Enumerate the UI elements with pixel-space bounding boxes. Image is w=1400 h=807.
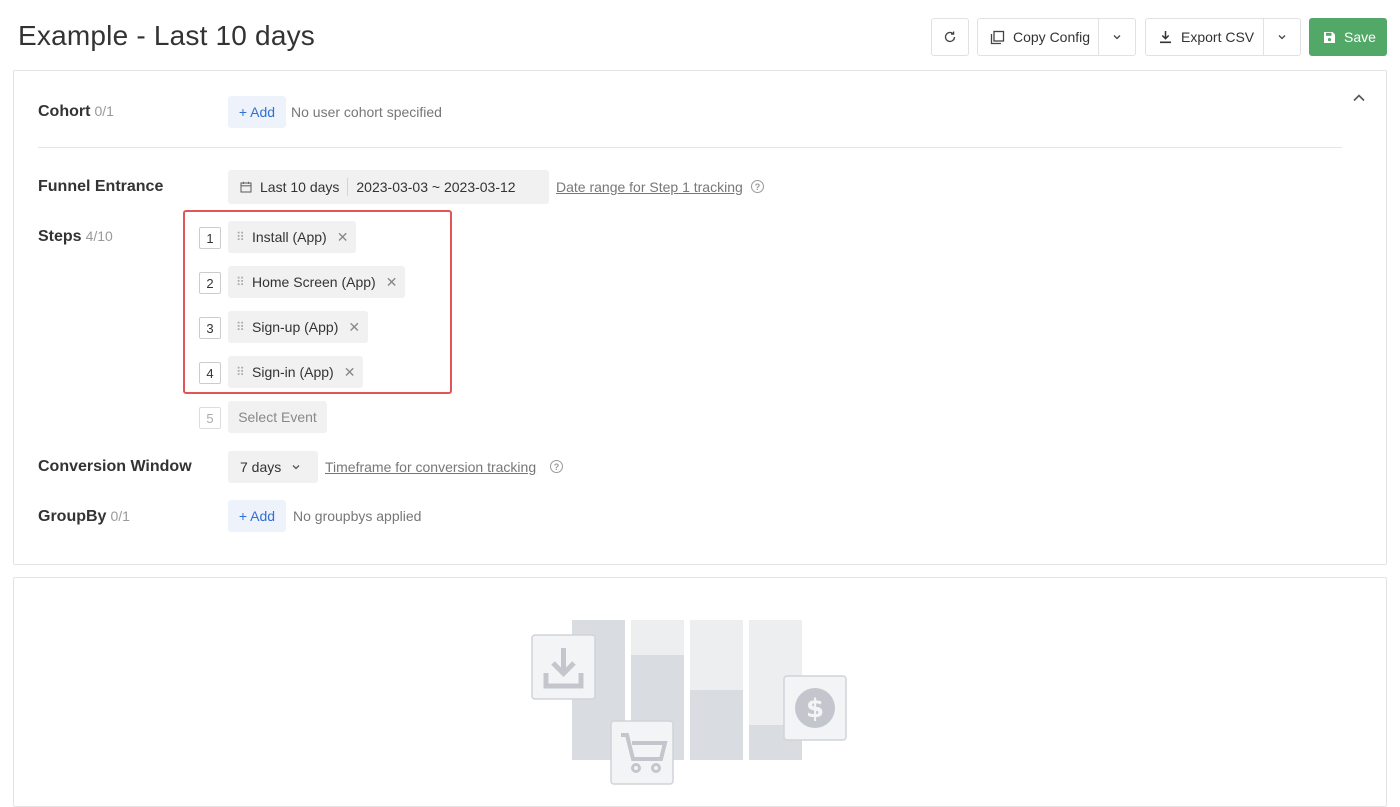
download-icon	[1160, 31, 1171, 44]
empty-funnel-illustration: $	[531, 620, 847, 785]
copy-config-button[interactable]: Copy Config	[977, 18, 1099, 56]
help-icon[interactable]: ?	[550, 460, 563, 473]
export-csv-label: Export CSV	[1181, 29, 1255, 45]
conversion-window-select[interactable]: 7 days	[228, 451, 318, 483]
collapse-button[interactable]	[1350, 89, 1368, 107]
copy-icon	[990, 30, 1005, 44]
export-csv-button[interactable]: Export CSV	[1145, 18, 1264, 56]
save-button[interactable]: Save	[1309, 18, 1387, 56]
chevron-down-icon	[1278, 35, 1286, 40]
copy-config-label: Copy Config	[1013, 29, 1091, 45]
save-icon	[1324, 31, 1335, 43]
save-label: Save	[1344, 29, 1376, 45]
steps-highlight-box	[183, 210, 452, 394]
export-csv-dropdown-button[interactable]	[1263, 18, 1301, 56]
date-separator	[347, 178, 349, 196]
cohort-label-text: Cohort	[38, 103, 91, 120]
conversion-window-label: Conversion Window	[38, 458, 192, 475]
page-title: Example - Last 10 days	[18, 20, 315, 51]
groupby-empty-text: No groupbys applied	[293, 508, 422, 524]
svg-text:$: $	[806, 694, 824, 724]
date-range-picker[interactable]: Last 10 days 2023-03-03 ~ 2023-03-12	[228, 170, 549, 204]
groupby-label: GroupBy 0/1	[38, 508, 130, 526]
steps-count: 4/10	[85, 228, 113, 244]
conversion-help-link[interactable]: Timeframe for conversion tracking	[325, 459, 536, 475]
divider	[38, 147, 1342, 148]
groupby-label-text: GroupBy	[38, 508, 107, 525]
refresh-button[interactable]	[931, 18, 969, 56]
funnel-config-panel: Cohort 0/1 + Add No user cohort specified…	[13, 70, 1387, 565]
select-event-button[interactable]: Select Event	[228, 401, 327, 433]
refresh-icon	[944, 31, 956, 43]
steps-label: Steps 4/10	[38, 228, 113, 246]
cohort-label: Cohort 0/1	[38, 103, 114, 121]
chevron-down-icon	[1113, 35, 1121, 40]
date-preset: Last 10 days	[260, 179, 340, 195]
add-groupby-button[interactable]: + Add	[228, 500, 286, 532]
date-range-help-link[interactable]: Date range for Step 1 tracking	[556, 179, 743, 195]
help-icon[interactable]: ?	[751, 180, 764, 193]
funnel-entrance-label: Funnel Entrance	[38, 178, 164, 195]
conversion-window-value: 7 days	[240, 459, 282, 475]
date-range-value: 2023-03-03 ~ 2023-03-12	[356, 179, 516, 195]
groupby-count: 0/1	[110, 508, 130, 524]
step-number-next: 5	[199, 407, 221, 429]
chevron-up-icon	[1353, 94, 1365, 102]
results-panel: $	[13, 577, 1387, 807]
chevron-down-icon	[292, 465, 300, 470]
steps-label-text: Steps	[38, 228, 82, 245]
page-header: Example - Last 10 days Copy Config Expor…	[0, 0, 1400, 70]
add-cohort-button[interactable]: + Add	[228, 96, 286, 128]
cohort-count: 0/1	[94, 103, 114, 119]
copy-config-dropdown-button[interactable]	[1098, 18, 1136, 56]
calendar-icon	[240, 181, 252, 193]
cohort-empty-text: No user cohort specified	[291, 104, 442, 120]
